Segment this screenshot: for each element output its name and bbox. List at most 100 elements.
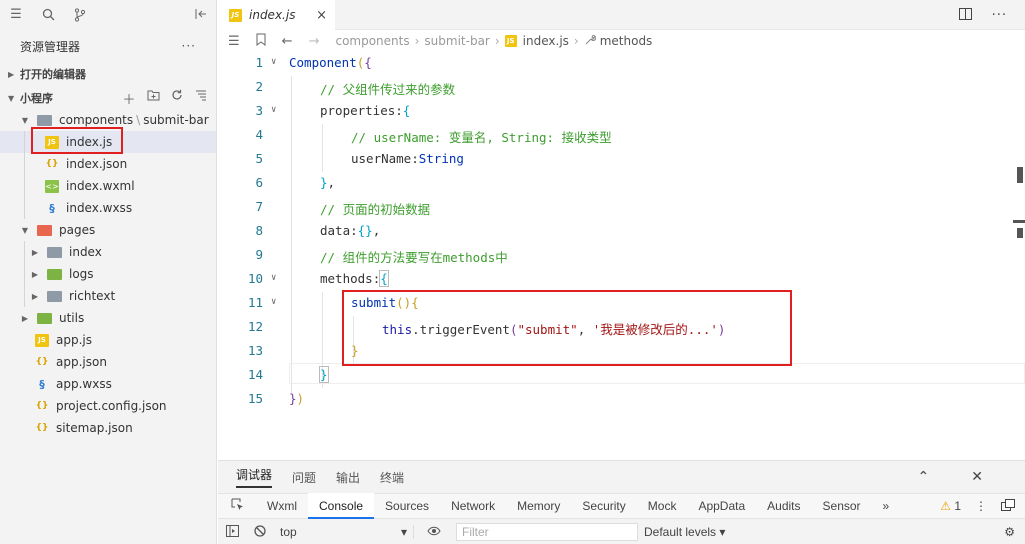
line-number: 2 bbox=[255, 79, 263, 94]
devtools-tab[interactable]: Memory bbox=[506, 493, 571, 519]
tree-item-label: index bbox=[69, 245, 102, 259]
devtools-tab[interactable]: Network bbox=[440, 493, 506, 519]
fold-chevron-icon[interactable]: ∨ bbox=[271, 297, 276, 307]
tree-item[interactable]: ▶ logs bbox=[0, 263, 216, 285]
panel-tabs: 调试器 问题 输出 终端 ⌃ ✕ bbox=[218, 461, 1025, 493]
tree-item-label: index.wxss bbox=[66, 201, 133, 215]
devtools-tab[interactable]: Audits bbox=[756, 493, 811, 519]
tree-item-suffix: submit-bar bbox=[143, 113, 209, 127]
search-icon[interactable] bbox=[41, 8, 55, 22]
code-line-6: }, bbox=[320, 175, 335, 190]
devtools-tab[interactable]: Wxml bbox=[256, 493, 308, 519]
tree-item[interactable]: JS app.js bbox=[0, 329, 216, 351]
undock-icon[interactable] bbox=[1001, 498, 1015, 514]
editor-tabbar: JS index.js × ··· bbox=[218, 0, 1025, 30]
tree-item[interactable]: {} sitemap.json bbox=[0, 417, 216, 439]
breadcrumb-item[interactable]: index.js bbox=[523, 34, 569, 48]
list-icon[interactable]: ☰ bbox=[9, 8, 23, 22]
tree-item[interactable]: {} app.json bbox=[0, 351, 216, 373]
new-file-icon[interactable]: ＋ bbox=[122, 89, 136, 108]
folder-icon bbox=[47, 246, 62, 258]
sidebar-toggle-icon[interactable] bbox=[218, 524, 246, 540]
line-number: 11 bbox=[247, 295, 263, 310]
devtools-tab[interactable]: Mock bbox=[637, 493, 688, 519]
log-levels-select[interactable]: Default levels ▾ bbox=[644, 525, 725, 539]
warning-counter[interactable]: ⚠ 1 bbox=[940, 499, 961, 513]
chevron-right-icon: ▶ bbox=[31, 247, 39, 257]
split-editor-icon[interactable] bbox=[958, 8, 972, 24]
inspect-icon[interactable] bbox=[218, 498, 256, 514]
tab-terminal[interactable]: 终端 bbox=[380, 469, 404, 486]
more-actions-icon[interactable]: ··· bbox=[182, 39, 196, 53]
js-file-icon: JS bbox=[35, 333, 49, 347]
token: : bbox=[395, 103, 403, 118]
explorer-title: 资源管理器 ··· bbox=[0, 30, 216, 62]
chevron-right-icon: ▶ bbox=[8, 69, 15, 79]
devtools-tab[interactable]: Security bbox=[571, 493, 636, 519]
wrench-icon bbox=[584, 34, 596, 49]
tree-item[interactable]: <> index.wxml bbox=[0, 175, 216, 197]
code-line-15: }) bbox=[289, 391, 304, 406]
breadcrumb-item[interactable]: methods bbox=[600, 34, 653, 48]
open-editors-section[interactable]: ▶ 打开的编辑器 bbox=[0, 63, 216, 85]
tree-item[interactable]: § index.wxss bbox=[0, 197, 216, 219]
js-file-icon: JS bbox=[504, 35, 517, 47]
kebab-menu-icon[interactable]: ⋮ bbox=[975, 499, 987, 513]
tree-item[interactable]: ▶ utils bbox=[0, 307, 216, 329]
tab-problems[interactable]: 问题 bbox=[292, 469, 316, 486]
token: : bbox=[411, 151, 419, 166]
tree-item[interactable]: ▼ pages bbox=[0, 219, 216, 241]
fold-chevron-icon[interactable]: ∨ bbox=[271, 273, 276, 283]
collapse-all-icon[interactable] bbox=[194, 89, 208, 108]
tab-output[interactable]: 输出 bbox=[336, 469, 360, 486]
breadcrumb-item[interactable]: submit-bar bbox=[424, 34, 489, 48]
bookmark-icon[interactable] bbox=[256, 33, 266, 50]
tab-index-js[interactable]: JS index.js × bbox=[218, 0, 335, 30]
tree-item[interactable]: § app.wxss bbox=[0, 373, 216, 395]
forward-arrow-icon[interactable]: → bbox=[309, 34, 320, 49]
tree-item-label: pages bbox=[59, 223, 96, 237]
tree-item[interactable]: {} project.config.json bbox=[0, 395, 216, 417]
devtools-tab[interactable]: Console bbox=[308, 493, 375, 519]
tree-item-label: app.js bbox=[56, 333, 92, 347]
tab-debugger[interactable]: 调试器 bbox=[236, 466, 273, 488]
tree-item[interactable]: ▶ richtext bbox=[0, 285, 216, 307]
devtools-tab[interactable]: AppData bbox=[687, 493, 756, 519]
more-actions-icon[interactable]: ··· bbox=[992, 8, 1007, 24]
refresh-icon[interactable] bbox=[170, 89, 184, 108]
chevron-up-icon[interactable]: ⌃ bbox=[918, 469, 930, 485]
token: {} bbox=[357, 223, 373, 238]
fold-chevron-icon[interactable]: ∨ bbox=[271, 105, 276, 115]
tree-item[interactable]: ▶ index bbox=[0, 241, 216, 263]
list-icon[interactable]: ☰ bbox=[228, 34, 240, 49]
source-control-icon[interactable] bbox=[73, 8, 87, 22]
close-icon[interactable]: ✕ bbox=[971, 469, 983, 485]
back-arrow-icon[interactable]: ← bbox=[282, 34, 293, 49]
chevron-right-icon: ▶ bbox=[31, 269, 39, 279]
close-icon[interactable]: × bbox=[316, 8, 327, 23]
breadcrumb-item[interactable]: components bbox=[335, 34, 409, 48]
devtools-tab[interactable]: Sensor bbox=[812, 493, 872, 519]
collapse-panel-icon[interactable] bbox=[194, 8, 208, 22]
breadcrumb: ☰ ← → components › submit-bar › JS index… bbox=[218, 30, 1025, 52]
fold-chevron-icon[interactable]: ∨ bbox=[271, 57, 276, 67]
tree-item-label: sitemap.json bbox=[56, 421, 133, 435]
token: Component bbox=[289, 55, 357, 70]
context-select[interactable]: top ▾ bbox=[274, 525, 414, 539]
new-folder-icon[interactable] bbox=[146, 89, 160, 108]
eye-icon[interactable] bbox=[420, 525, 448, 539]
filter-input[interactable]: Filter bbox=[456, 523, 638, 541]
code-editor[interactable]: Component({ // 父组件传过来的参数 properties:{ //… bbox=[218, 52, 1025, 460]
context-value: top bbox=[280, 525, 297, 539]
project-section[interactable]: ▼ 小程序 ＋ bbox=[0, 87, 216, 109]
scrollbar-thumb[interactable] bbox=[1017, 167, 1023, 183]
line-number: 10 bbox=[247, 271, 263, 286]
tree-item-label: index.wxml bbox=[66, 179, 135, 193]
tree-item-label: index.json bbox=[66, 157, 128, 171]
gear-icon[interactable]: ⚙ bbox=[1004, 525, 1015, 539]
clear-console-icon[interactable] bbox=[246, 524, 274, 540]
panel-actions: ⌃ ✕ bbox=[918, 469, 1003, 485]
devtools-tab[interactable]: Sources bbox=[374, 493, 440, 519]
tree-item[interactable]: {} index.json bbox=[0, 153, 216, 175]
more-tabs-icon[interactable]: » bbox=[872, 493, 901, 519]
